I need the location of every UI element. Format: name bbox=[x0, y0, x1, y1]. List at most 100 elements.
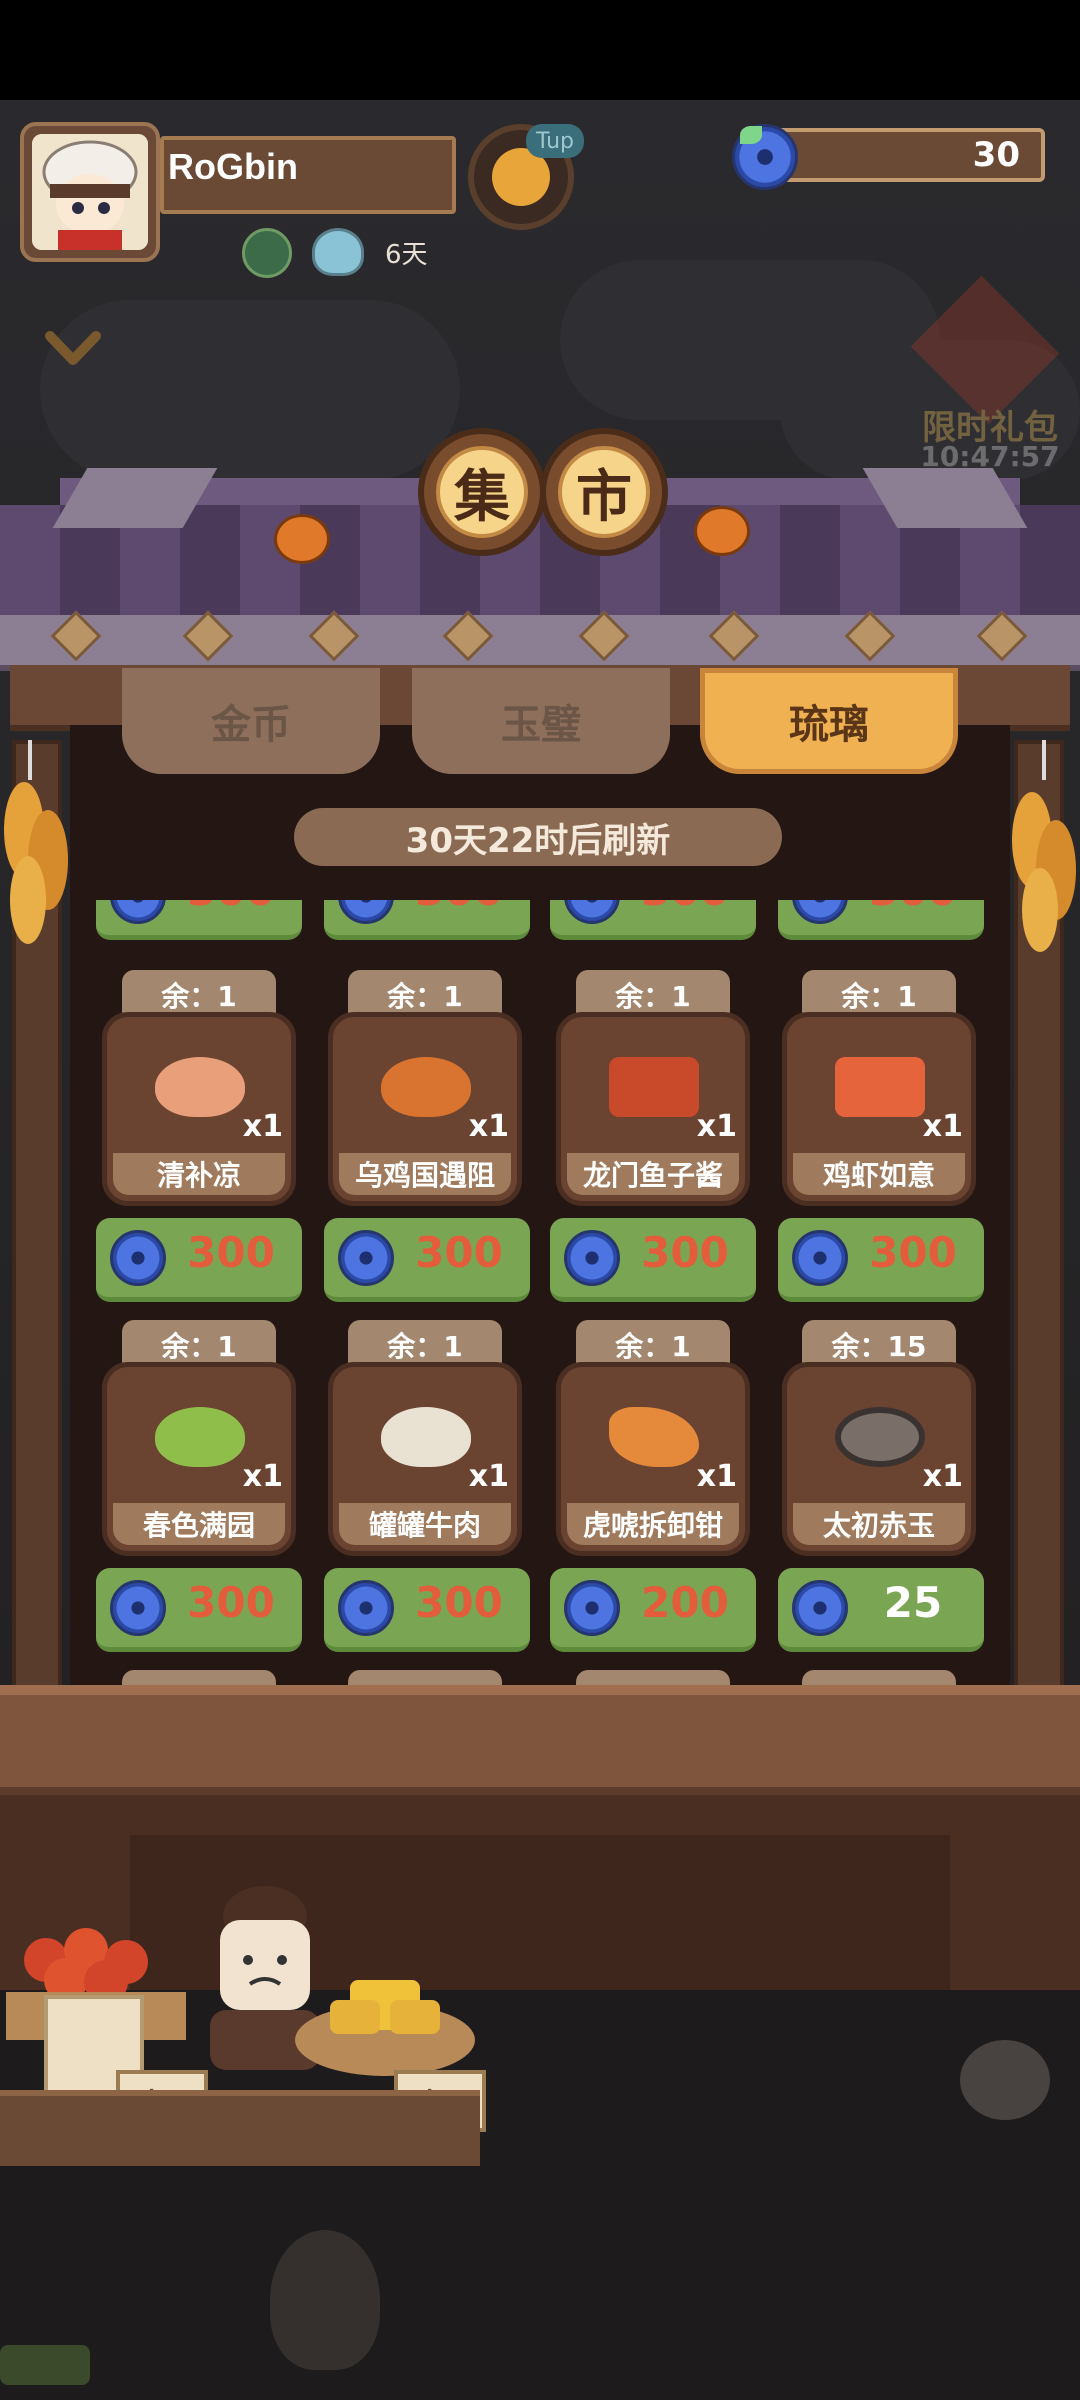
item-icon bbox=[609, 1407, 699, 1467]
jade-icon bbox=[564, 900, 620, 924]
stall-crate bbox=[0, 2090, 480, 2166]
jade-icon bbox=[110, 1580, 166, 1636]
jade-icon bbox=[110, 900, 166, 924]
stock-badge bbox=[122, 1670, 276, 1685]
limited-offer-button[interactable]: 限时礼包 10:47:57 bbox=[900, 275, 1070, 473]
avatar-image bbox=[32, 134, 148, 250]
ground bbox=[0, 1990, 1080, 2400]
item-qty: x1 bbox=[242, 1109, 283, 1144]
item-name: 罐罐牛肉 bbox=[339, 1503, 511, 1545]
status-bar bbox=[0, 0, 1080, 100]
item-qty: x1 bbox=[922, 1109, 963, 1144]
item-name: 太初赤玉 bbox=[793, 1503, 965, 1545]
item-icon bbox=[381, 1407, 471, 1467]
price-value: 300 bbox=[869, 1228, 957, 1277]
item-icon bbox=[155, 1057, 245, 1117]
item-icon bbox=[155, 1407, 245, 1467]
stock-badge bbox=[348, 1670, 502, 1685]
item-qty: x1 bbox=[922, 1459, 963, 1494]
background-character bbox=[270, 2230, 380, 2370]
gold-ingot-basket-icon bbox=[290, 1970, 480, 2080]
title-char: 集 bbox=[436, 446, 528, 538]
background-character bbox=[960, 2040, 1050, 2120]
player-name: RoGbin bbox=[168, 146, 298, 187]
item-card[interactable]: x1 虎唬拆卸钳 bbox=[556, 1362, 750, 1556]
jade-icon bbox=[564, 1580, 620, 1636]
item-card[interactable]: x1 罐罐牛肉 bbox=[328, 1362, 522, 1556]
item-name: 鸡虾如意 bbox=[793, 1153, 965, 1195]
persimmon-icon bbox=[694, 506, 750, 556]
jade-icon bbox=[338, 1580, 394, 1636]
price-button[interactable]: 300 bbox=[324, 1568, 530, 1652]
price-value: 300 bbox=[187, 1578, 275, 1627]
price-button[interactable]: 300 bbox=[324, 900, 530, 940]
item-card[interactable]: x1 春色满园 bbox=[102, 1362, 296, 1556]
counter-top bbox=[0, 1685, 1080, 1795]
item-card[interactable]: x1 太初赤玉 bbox=[782, 1362, 976, 1556]
item-icon bbox=[609, 1057, 699, 1117]
title-badge: 市 bbox=[540, 428, 668, 556]
price-button[interactable]: 300 bbox=[550, 900, 756, 940]
leaf-icon bbox=[740, 126, 762, 144]
item-card[interactable]: x1 乌鸡国遇阻 bbox=[328, 1012, 522, 1206]
item-grid: 300 300 300 300 余：1 x1 清补凉 300 余：1 x1 乌鸡… bbox=[90, 900, 1000, 1685]
refresh-timer: 30天22时后刷新 bbox=[294, 808, 782, 866]
item-name: 龙门鱼子酱 bbox=[567, 1153, 739, 1195]
price-value: 300 bbox=[187, 1228, 275, 1277]
item-name: 虎唬拆卸钳 bbox=[567, 1503, 739, 1545]
price-button[interactable]: 300 bbox=[96, 1568, 302, 1652]
item-name: 乌鸡国遇阻 bbox=[339, 1153, 511, 1195]
price-value: 200 bbox=[641, 1578, 729, 1627]
item-qty: x1 bbox=[468, 1459, 509, 1494]
item-qty: x1 bbox=[468, 1109, 509, 1144]
item-card[interactable]: x1 鸡虾如意 bbox=[782, 1012, 976, 1206]
price-value: 300 bbox=[620, 900, 750, 915]
bowl-icon[interactable] bbox=[312, 228, 364, 276]
corn-icon bbox=[1004, 740, 1080, 960]
jade-icon bbox=[792, 1230, 848, 1286]
chevron-down-icon[interactable] bbox=[44, 318, 102, 376]
jade-icon bbox=[564, 1230, 620, 1286]
price-button[interactable]: 200 bbox=[550, 1568, 756, 1652]
stock-badge bbox=[576, 1670, 730, 1685]
title-badge: 集 bbox=[418, 428, 546, 556]
jade-icon bbox=[792, 1580, 848, 1636]
tab-jade-disc[interactable]: 玉璧 bbox=[412, 668, 670, 774]
jade-icon bbox=[338, 900, 394, 924]
price-value: 300 bbox=[166, 900, 296, 915]
price-value: 300 bbox=[394, 900, 524, 915]
jade-icon bbox=[338, 1230, 394, 1286]
item-icon bbox=[835, 1407, 925, 1467]
price-value: 25 bbox=[883, 1578, 943, 1627]
price-button[interactable]: 25 bbox=[778, 1568, 984, 1652]
jade-icon bbox=[792, 900, 848, 924]
price-button[interactable]: 300 bbox=[96, 1218, 302, 1302]
item-qty: x1 bbox=[696, 1459, 737, 1494]
item-card[interactable]: x1 龙门鱼子酱 bbox=[556, 1012, 750, 1206]
item-name: 春色满园 bbox=[113, 1503, 285, 1545]
tab-gold[interactable]: 金币 bbox=[122, 668, 380, 774]
jade-balance: 30 bbox=[972, 135, 1020, 175]
tup-badge: Tup bbox=[526, 124, 584, 158]
price-button[interactable]: 300 bbox=[96, 900, 302, 940]
jade-icon bbox=[110, 1230, 166, 1286]
item-card[interactable]: x1 清补凉 bbox=[102, 1012, 296, 1206]
tab-glaze[interactable]: 琉璃 bbox=[700, 668, 958, 774]
roof-edge bbox=[0, 615, 1080, 671]
persimmon-icon bbox=[274, 514, 330, 564]
item-name: 清补凉 bbox=[113, 1153, 285, 1195]
avatar[interactable] bbox=[20, 122, 160, 262]
price-button[interactable]: 300 bbox=[778, 900, 984, 940]
title-char: 市 bbox=[558, 446, 650, 538]
item-icon bbox=[381, 1057, 471, 1117]
price-value: 300 bbox=[415, 1578, 503, 1627]
item-icon bbox=[835, 1057, 925, 1117]
price-value: 300 bbox=[641, 1228, 729, 1277]
price-button[interactable]: 300 bbox=[324, 1218, 530, 1302]
corn-icon bbox=[0, 740, 76, 960]
price-button[interactable]: 300 bbox=[778, 1218, 984, 1302]
bottom-left-toggle[interactable] bbox=[0, 2345, 90, 2385]
buff-icon[interactable] bbox=[242, 228, 292, 278]
price-button[interactable]: 300 bbox=[550, 1218, 756, 1302]
price-value: 300 bbox=[415, 1228, 503, 1277]
